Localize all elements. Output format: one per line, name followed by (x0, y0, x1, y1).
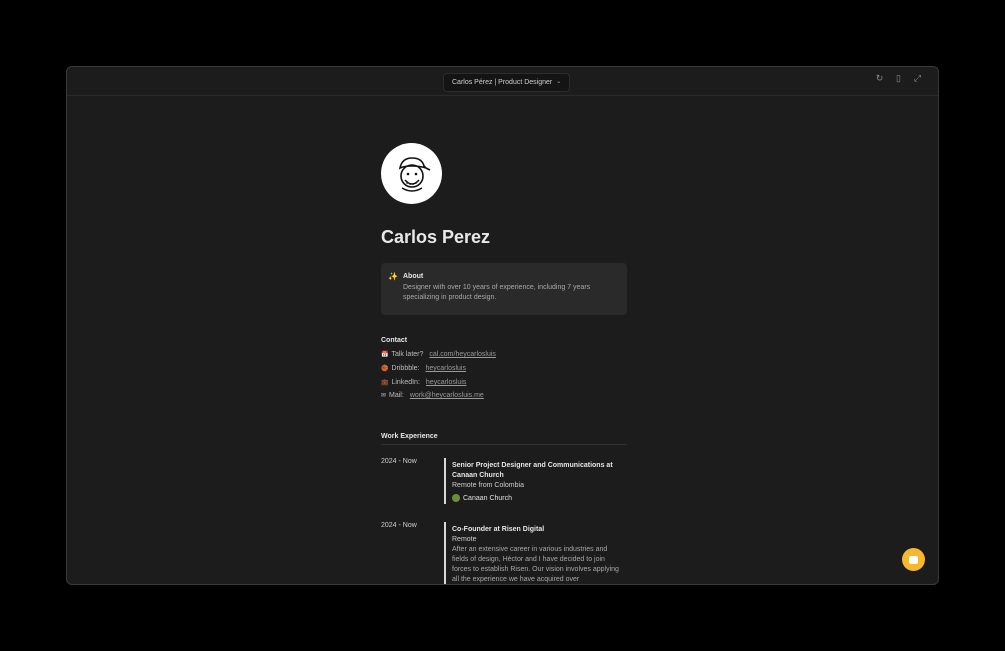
profile-name: Carlos Perez (381, 227, 491, 247)
sparkles-icon: ✨ (388, 272, 398, 281)
job-location: Remote (452, 536, 477, 543)
contact-link-cal[interactable]: cal.com/heycarlosluis (429, 351, 496, 358)
job-description: After an extensive career in various ind… (452, 546, 619, 583)
avatar-illustration (398, 156, 430, 192)
contact-link-dribbble[interactable]: heycarlosluis (426, 365, 466, 372)
mail-icon: ✉ (381, 393, 387, 399)
contact-item-dribbble: 🏀 Dribbble: heycarlosluis (381, 365, 466, 372)
browser-window: Carlos Pérez | Product Designer ⌄ ↻ ▯ ⤢ (66, 66, 939, 585)
globe-icon (452, 494, 460, 502)
job-date: 2024 - Now (381, 458, 417, 465)
contact-heading: Contact (381, 337, 408, 344)
chevron-down-icon: ⌄ (556, 79, 562, 85)
avatar (381, 143, 442, 204)
job-org-name: Canaan Church (463, 494, 513, 502)
contact-label: Talk later? (391, 351, 424, 358)
about-heading: About (403, 273, 424, 280)
contact-item-linkedin: 💼 LinkedIn: heycarlosluis (381, 379, 466, 386)
job-role: Senior Project Designer and Communicatio… (452, 462, 613, 479)
about-card: ✨ About Designer with over 10 years of e… (381, 263, 627, 315)
job-org: Canaan Church (452, 494, 622, 502)
refresh-icon[interactable]: ↻ (875, 74, 884, 83)
divider (381, 444, 627, 445)
job-date: 2024 - Now (381, 522, 417, 529)
mobile-icon[interactable]: ▯ (894, 74, 903, 83)
page-title: Carlos Pérez | Product Designer (452, 79, 553, 86)
timeline-bar (444, 458, 446, 504)
contact-label: Mail: (389, 392, 404, 399)
page-title-dropdown[interactable]: Carlos Pérez | Product Designer ⌄ (443, 73, 571, 92)
window-topbar: Carlos Pérez | Product Designer ⌄ ↻ ▯ ⤢ (67, 67, 938, 96)
job-role: Co-Founder at Risen Digital (452, 526, 545, 533)
chat-button[interactable] (902, 548, 925, 571)
contact-label: LinkedIn: (391, 379, 420, 386)
about-text: Designer with over 10 years of experienc… (403, 284, 591, 301)
job-location: Remote from Colombia (452, 482, 524, 489)
calendar-icon: 📅 (381, 352, 389, 358)
briefcase-icon: 💼 (381, 380, 389, 386)
page-content: Carlos Perez ✨ About Designer with over … (67, 95, 938, 584)
collapse-icon[interactable]: ⤢ (913, 74, 922, 83)
contact-item-calendar: 📅 Talk later? cal.com/heycarlosluis (381, 351, 496, 358)
timeline-bar (444, 522, 446, 584)
dribbble-icon: 🏀 (381, 366, 389, 372)
work-experience-heading: Work Experience (381, 433, 438, 440)
contact-label: Dribbble: (391, 365, 420, 372)
chat-icon (909, 555, 918, 564)
contact-item-mail: ✉ Mail: work@heycarlosluis.me (381, 392, 484, 399)
contact-link-mail[interactable]: work@heycarlosluis.me (410, 392, 484, 399)
contact-link-linkedin[interactable]: heycarlosluis (426, 379, 466, 386)
